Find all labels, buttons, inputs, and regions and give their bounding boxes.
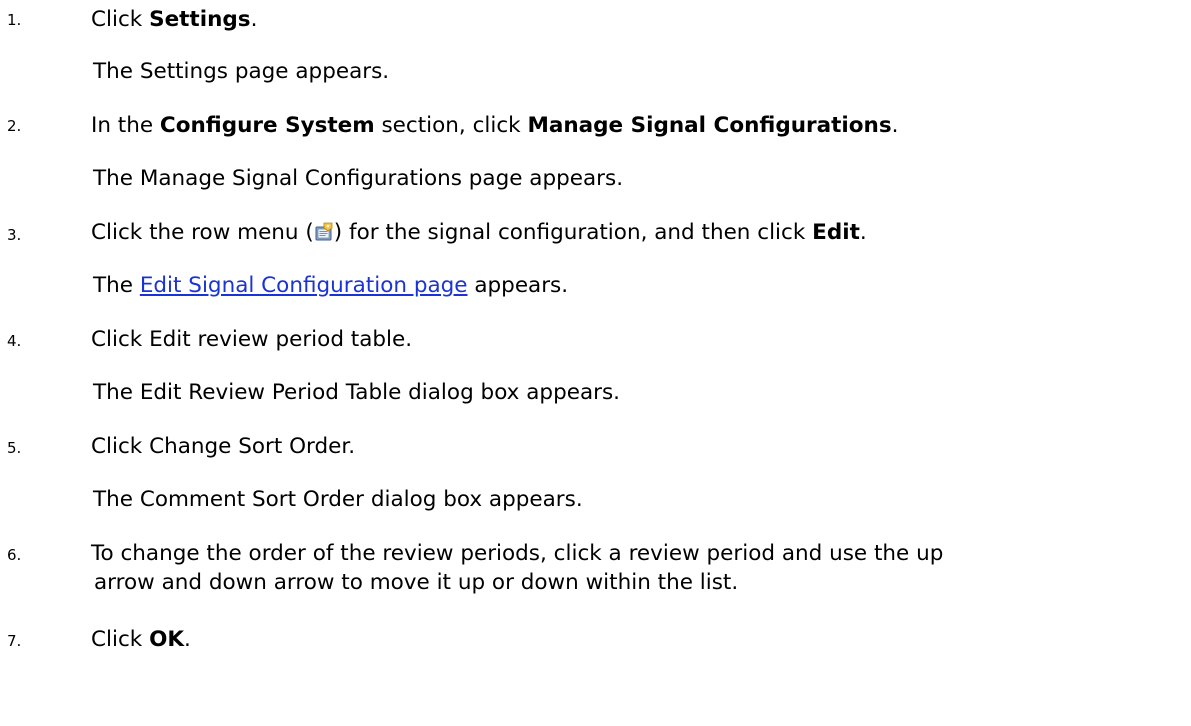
step-result: The Edit Review Period Table dialog box … <box>93 380 620 405</box>
row-menu-icon <box>315 222 333 242</box>
step-result: The Edit Signal Configuration page appea… <box>93 273 569 298</box>
step-instruction: Click Change Sort Order. <box>91 434 356 459</box>
step-result: The Comment Sort Order dialog box appear… <box>93 487 583 512</box>
step-instruction-line-2: arrow and down arrow to move it up or do… <box>94 570 739 595</box>
step-number: 3. <box>7 226 22 244</box>
step-result: The Settings page appears. <box>93 59 390 84</box>
ui-term: Settings <box>149 7 251 32</box>
ui-term: Configure System <box>159 113 375 138</box>
step-number: 5. <box>7 439 22 457</box>
step-number: 4. <box>7 332 22 350</box>
step-instruction-line-1: To change the order of the review period… <box>91 541 944 566</box>
step-instruction: In the Configure System section, click M… <box>91 113 899 138</box>
step-number: 2. <box>7 117 22 135</box>
step-instruction: Click Settings. <box>91 7 258 32</box>
step-number: 7. <box>7 632 22 650</box>
edit-signal-configuration-link[interactable]: Edit Signal Configuration page <box>140 273 468 298</box>
step-instruction: Click Edit review period table. <box>91 327 413 352</box>
step-number: 1. <box>7 11 22 29</box>
ui-term: OK <box>149 627 185 652</box>
step-number: 6. <box>7 546 22 564</box>
ui-term: Manage Signal Configurations <box>527 113 892 138</box>
step-result: The Manage Signal Configurations page ap… <box>93 166 624 191</box>
ui-term: Edit <box>812 220 860 245</box>
step-instruction: Click the row menu ( ) for the signal co… <box>91 220 867 245</box>
step-instruction: Click OK. <box>91 627 191 652</box>
